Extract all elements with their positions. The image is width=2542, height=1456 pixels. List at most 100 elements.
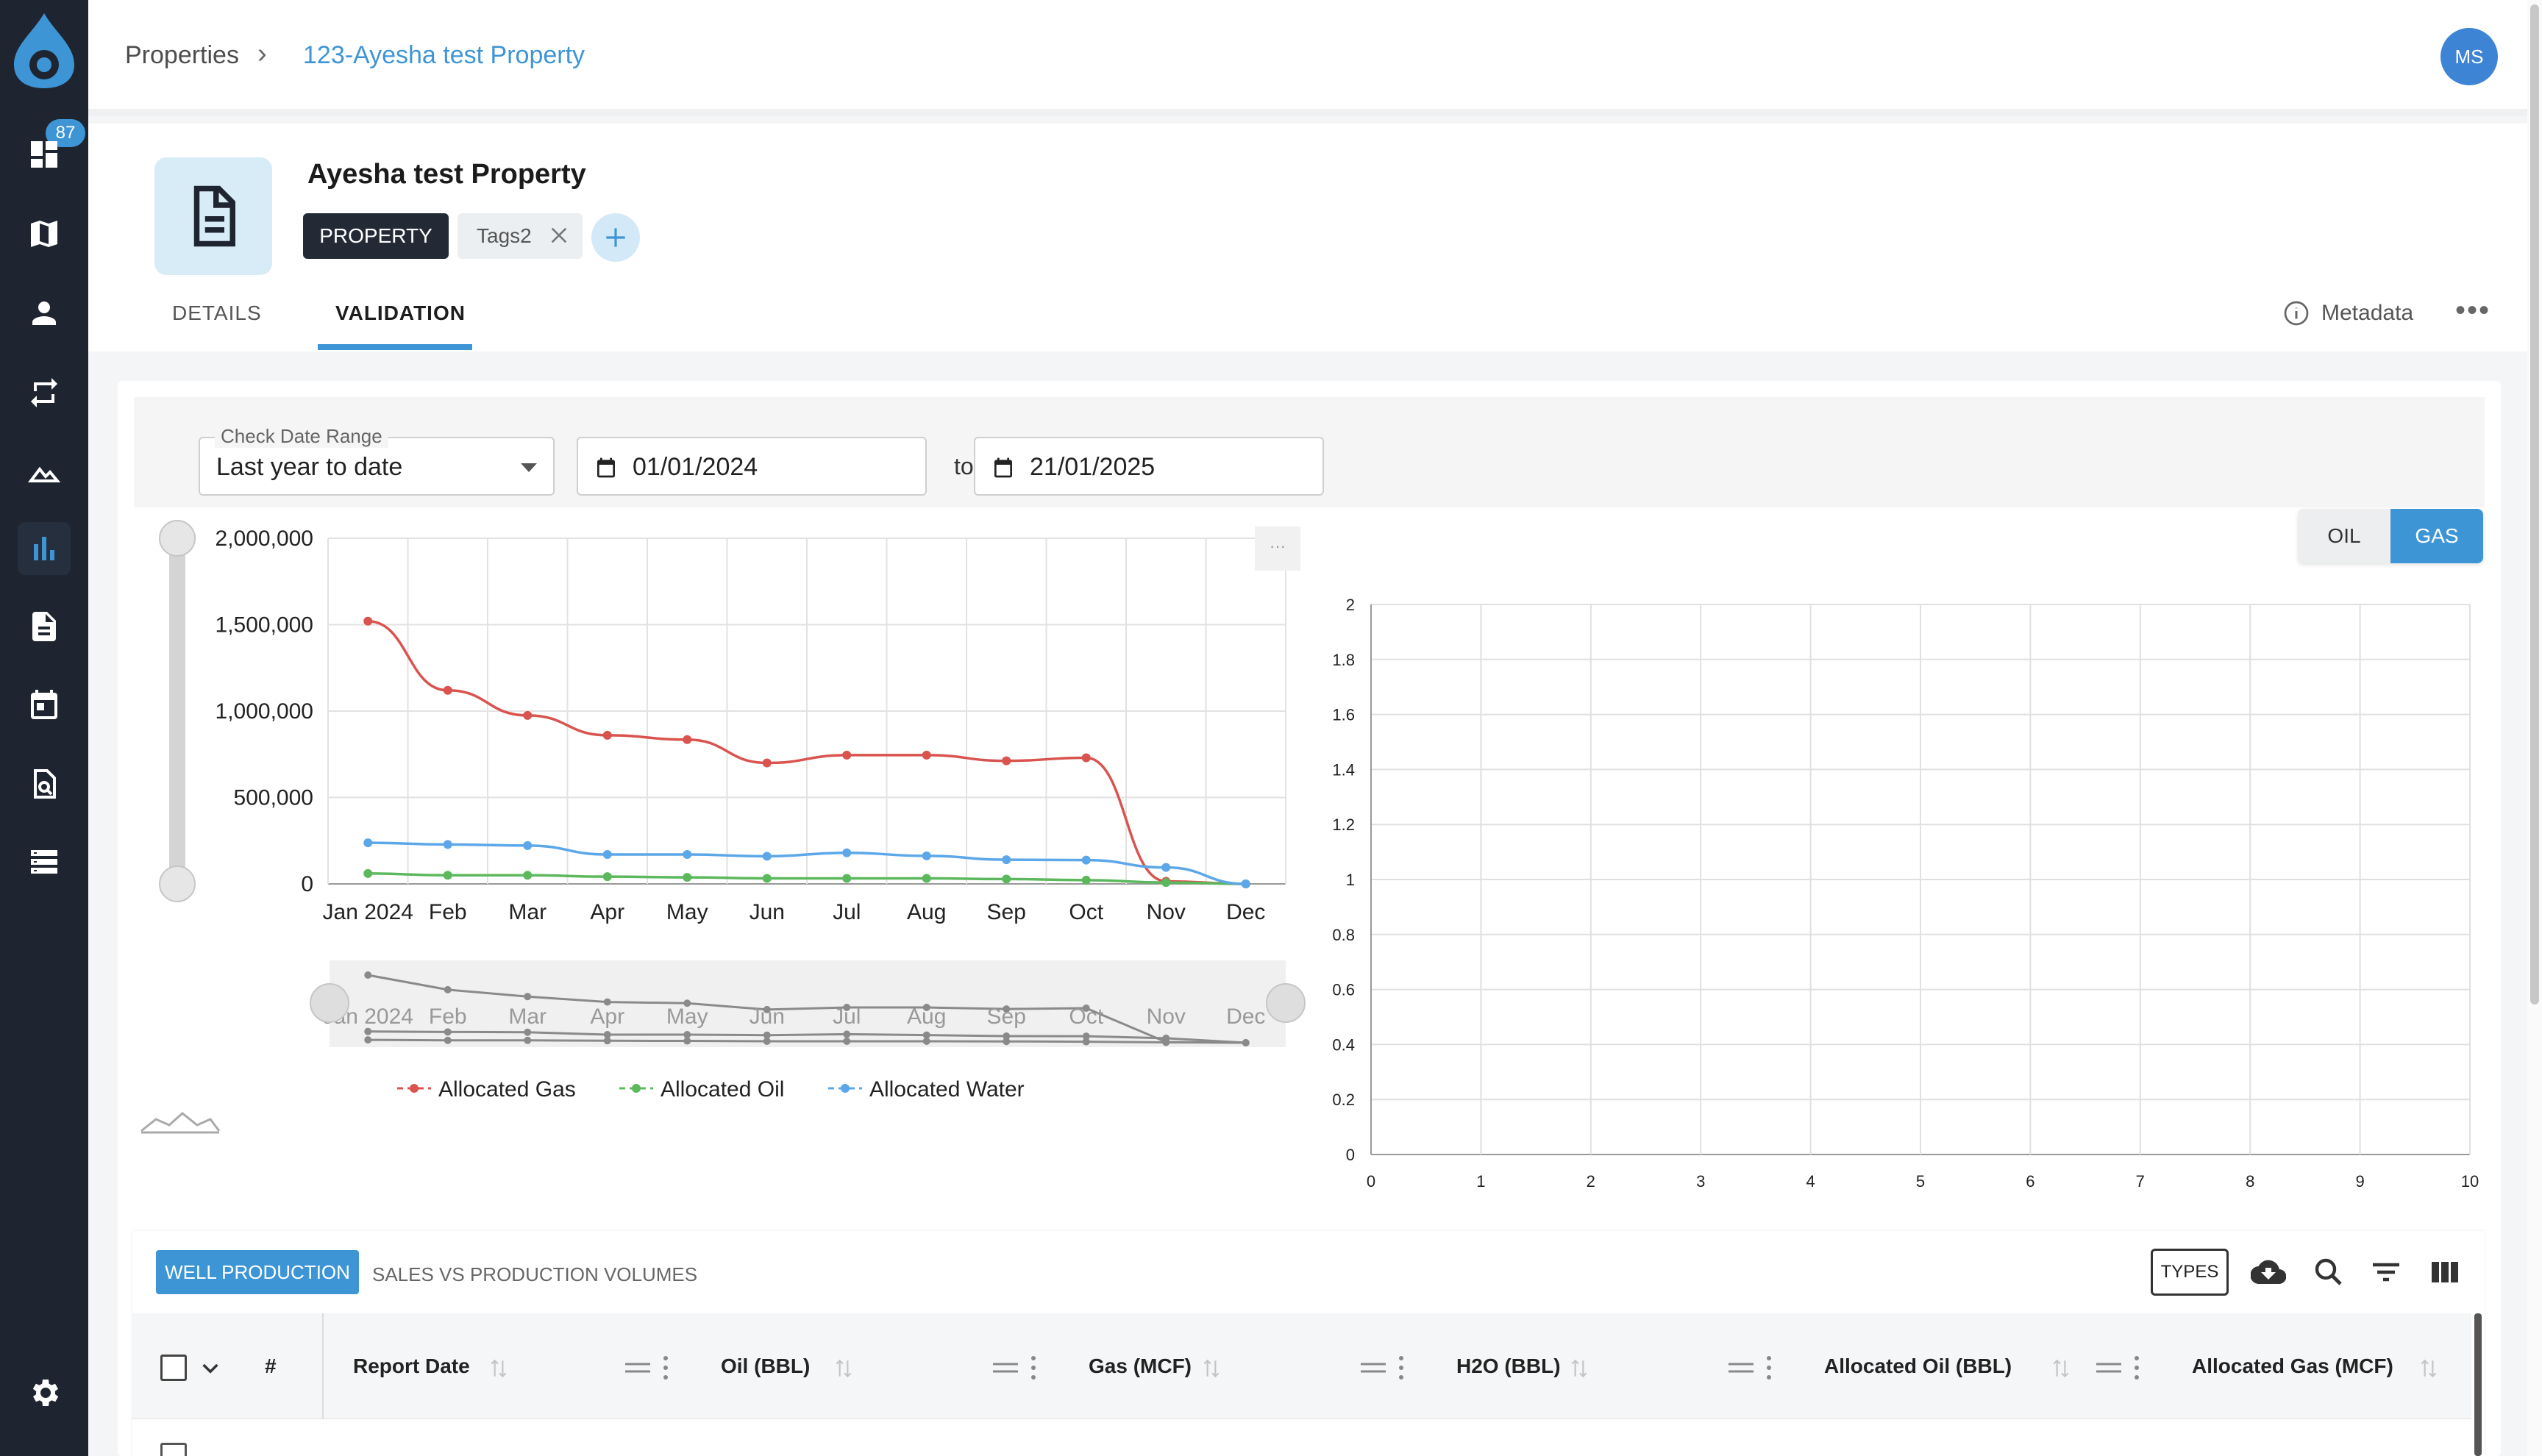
column-drag-icon[interactable] [1361, 1362, 1386, 1374]
sidebar-item-documents[interactable] [18, 600, 71, 653]
tab-sales-vs-production[interactable]: SALES VS PRODUCTION VOLUMES [372, 1263, 697, 1286]
data-point [1161, 863, 1171, 872]
sidebar-item-map[interactable] [18, 207, 71, 260]
sort-icon[interactable] [834, 1357, 853, 1380]
column-header-allocated-gas-mcf[interactable]: Allocated Gas (MCF) [2192, 1355, 2393, 1378]
chevron-down-icon[interactable] [199, 1356, 222, 1380]
x-slider-left-handle[interactable] [310, 983, 349, 1023]
gas-toggle-button[interactable]: GAS [2390, 509, 2483, 563]
breadcrumb-properties[interactable]: Properties [125, 41, 239, 70]
column-header-h2o-bbl[interactable]: H2O (BBL) [1456, 1355, 1561, 1378]
types-button[interactable]: TYPES [2151, 1249, 2229, 1296]
preview-point [444, 1036, 452, 1044]
table-row[interactable] [132, 1419, 2471, 1456]
column-drag-icon[interactable] [625, 1362, 650, 1374]
page-scrollbar[interactable] [2527, 0, 2542, 1456]
metadata-button[interactable]: Metadata [2283, 300, 2413, 326]
sidebar-item-analytics[interactable] [18, 522, 71, 575]
data-point [762, 874, 772, 883]
sidebar-item-terrain[interactable] [18, 444, 71, 497]
to-label: to [954, 453, 974, 479]
toolbox-dots: ··· [1270, 537, 1286, 555]
menu-dot [1767, 1366, 1771, 1370]
sort-arrows [2053, 1359, 2068, 1378]
select-all-checkbox[interactable] [160, 1355, 187, 1381]
column-menu-icon[interactable] [2133, 1355, 2140, 1381]
sort-icon[interactable] [489, 1357, 508, 1380]
oil-toggle-button[interactable]: OIL [2298, 509, 2390, 563]
sidebar-item-calendar[interactable] [18, 678, 71, 731]
filter-button[interactable] [2365, 1252, 2407, 1293]
x-tick-label: 1 [1476, 1172, 1485, 1191]
validation-chart-y-ticks: 2 1.8 1.6 1.4 1.2 1 0.8 0.6 0.4 0.2 0 [1332, 596, 1355, 1164]
x-slider-right-handle[interactable] [1266, 983, 1306, 1023]
download-button[interactable] [2248, 1252, 2289, 1293]
doc-search-icon [34, 769, 56, 799]
sort-arrows [836, 1359, 851, 1378]
column-menu-icon[interactable] [662, 1355, 669, 1381]
column-menu-icon[interactable] [1030, 1355, 1037, 1381]
column-header-report-date[interactable]: Report Date [353, 1355, 470, 1378]
x-tick-label: Jun [750, 900, 785, 924]
close-icon[interactable] [547, 224, 571, 247]
calendar-icon[interactable] [594, 456, 618, 479]
sidebar-item-settings[interactable] [18, 1366, 71, 1419]
start-date-field[interactable]: 01/01/2024 [577, 437, 927, 496]
y-slider-bottom-handle[interactable] [159, 866, 196, 902]
tab-validation[interactable]: VALIDATION [335, 301, 466, 325]
sidebar-item-dashboard[interactable] [18, 128, 71, 181]
row-checkbox[interactable] [160, 1443, 187, 1456]
chart-legend: Allocated Gas Allocated Oil Allocated Wate… [397, 1077, 1025, 1102]
user-avatar[interactable]: MS [2440, 28, 2498, 85]
sort-icon[interactable] [1570, 1357, 1589, 1380]
drag-lines [625, 1363, 650, 1373]
sort-icon[interactable] [1202, 1357, 1221, 1380]
x-tick-label: Jul [833, 900, 861, 924]
data-point [842, 848, 852, 857]
column-menu-icon[interactable] [1398, 1355, 1405, 1381]
data-point [363, 838, 373, 848]
data-point [683, 735, 692, 744]
sort-icon[interactable] [2051, 1357, 2071, 1380]
tag-chip[interactable]: Tags2 [458, 213, 583, 259]
page-title: Ayesha test Property [307, 159, 586, 190]
sort-icon[interactable] [2419, 1357, 2438, 1380]
column-drag-icon[interactable] [993, 1362, 1018, 1374]
tab-well-production[interactable]: WELL PRODUCTION [156, 1250, 359, 1294]
preview-point [444, 1028, 452, 1036]
add-tag-button[interactable] [591, 213, 640, 262]
preview-point [683, 1031, 691, 1039]
preview-point [1162, 1034, 1170, 1042]
column-drag-icon[interactable] [1729, 1362, 1754, 1374]
column-menu-icon[interactable] [1765, 1355, 1773, 1381]
sidebar-item-users[interactable] [18, 287, 71, 340]
column-header-gas-mcf[interactable]: Gas (MCF) [1089, 1355, 1192, 1378]
sidebar-item-doc-search[interactable] [18, 757, 71, 810]
x-tick-label: 0 [1367, 1172, 1375, 1191]
scrollbar-thumb[interactable] [2530, 4, 2539, 1004]
y-slider-top-handle[interactable] [159, 520, 196, 557]
y-tick-label: 1.4 [1332, 760, 1355, 779]
more-options-icon[interactable]: ••• [2455, 294, 2491, 327]
column-header-allocated-oil-bbl[interactable]: Allocated Oil (BBL) [1824, 1355, 2012, 1378]
x-range-slider[interactable]: Jan 2024 Feb Mar Apr May Jun Jul Aug Sep Oct Nov De… [310, 960, 1306, 1047]
data-point [523, 841, 533, 850]
breadcrumb-current[interactable]: 123-Ayesha test Property [303, 41, 585, 70]
preview-point [843, 1030, 851, 1038]
filter-icon [2373, 1263, 2399, 1282]
search-button[interactable] [2308, 1252, 2349, 1293]
x-tick-label: 2 [1587, 1172, 1595, 1191]
grid-scrollbar[interactable] [2474, 1313, 2482, 1456]
columns-button[interactable] [2424, 1252, 2466, 1293]
app-logo[interactable] [11, 10, 77, 91]
column-header-oil-bbl[interactable]: Oil (BBL) [721, 1355, 810, 1378]
end-date-field[interactable]: 21/01/2025 [974, 437, 1324, 496]
y-slider-track[interactable] [169, 546, 185, 881]
date-range-select[interactable]: Check Date Range Last year to date [199, 425, 555, 496]
column-drag-icon[interactable] [2096, 1362, 2121, 1374]
calendar-icon[interactable] [991, 456, 1015, 479]
menu-dot [663, 1356, 668, 1360]
sidebar-item-transfers[interactable] [18, 366, 71, 419]
tab-details[interactable]: DETAILS [172, 301, 262, 325]
sidebar-item-list[interactable] [18, 835, 71, 888]
